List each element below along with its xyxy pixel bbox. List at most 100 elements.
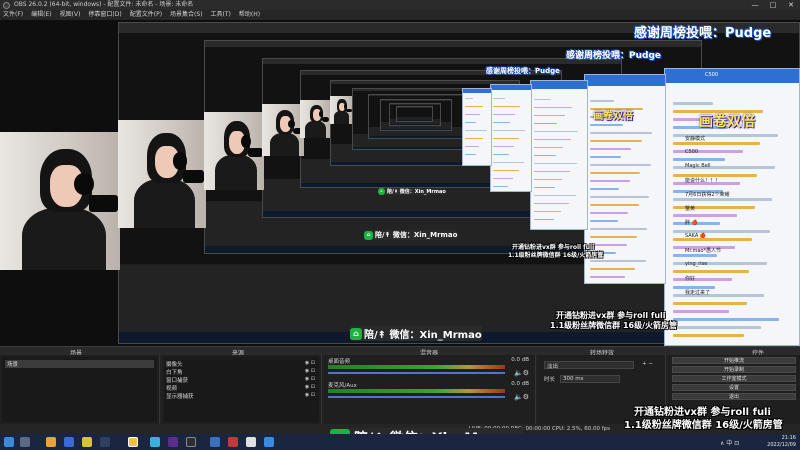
chat-message: ying_rise	[685, 261, 708, 267]
chat-message-row	[589, 276, 625, 278]
menu-tools[interactable]: 工具(T)	[211, 10, 231, 20]
visibility-eye-icon[interactable]: ◉ ⊡	[305, 368, 315, 374]
chat-message-row	[589, 132, 653, 134]
visibility-eye-icon[interactable]: ◉ ⊡	[305, 360, 315, 366]
headset-icon	[74, 173, 94, 196]
wechat-icon: ⌂	[378, 188, 385, 195]
chat-message-row	[534, 155, 557, 157]
file-explorer-icon[interactable]	[82, 437, 92, 447]
webcam-feed	[0, 132, 120, 270]
chat-message: 胖 🍎	[685, 220, 698, 226]
search-icon[interactable]	[20, 437, 30, 447]
chrome-icon[interactable]	[46, 437, 56, 447]
source-item[interactable]: 视频	[166, 384, 177, 392]
nested-taskbar	[381, 128, 451, 130]
chat-message: 你好	[685, 276, 696, 282]
weekly-thanks-banner-echo: 感谢周榜投喂：Pudge	[486, 67, 560, 75]
menu-file[interactable]: 文件(F)	[3, 10, 23, 20]
chat-message-row	[673, 142, 761, 146]
chat-message-row	[673, 326, 762, 330]
volume-slider[interactable]	[328, 372, 505, 374]
minimize-button[interactable]: —	[746, 0, 764, 10]
chat-message-row	[673, 334, 745, 338]
app-icon[interactable]	[246, 437, 256, 447]
chat-message-row	[493, 97, 506, 99]
webcam-person-body	[133, 179, 196, 228]
chat-message-row	[534, 131, 579, 133]
webcam-person-body	[333, 111, 350, 124]
speaker-icon[interactable]: 🔈⚙	[514, 369, 529, 377]
source-item[interactable]: 摄像头	[166, 360, 183, 368]
weekly-thanks-banner-echo: 感谢周榜投喂：Pudge	[566, 51, 661, 61]
studio-mode-button[interactable]: 工作室模式	[672, 375, 796, 382]
chat-message-row	[589, 204, 639, 206]
sources-list[interactable]: 摄像头 白下角 窗口捕获 视频 显示器捕获 ◉ ⊡ ◉ ⊡ ◉ ⊡ ◉ ⊡ ◉ …	[164, 357, 319, 422]
duration-input[interactable]: 300 ms	[560, 375, 620, 383]
speaker-icon[interactable]: 🔈⚙	[514, 393, 529, 401]
maximize-button[interactable]: □	[764, 0, 782, 10]
visibility-eye-icon[interactable]: ◉ ⊡	[305, 392, 315, 398]
webcam-feed	[204, 112, 264, 190]
track-level: 0.0 dB	[511, 381, 529, 387]
wechat-badge-echo: ⌂ 陪/↟ 微信：Xin_Mrmao	[378, 188, 446, 195]
chat-message-row	[589, 172, 641, 174]
visibility-eye-icon[interactable]: ◉ ⊡	[305, 384, 315, 390]
track-level: 0.0 dB	[511, 357, 529, 363]
app-icon[interactable]	[64, 437, 74, 447]
scenes-list[interactable]: 场景	[2, 357, 157, 422]
microphone-icon	[183, 169, 205, 183]
webcam-person-body	[21, 207, 106, 270]
menu-scene-collection[interactable]: 场景集合(S)	[170, 10, 203, 20]
app-icon[interactable]	[210, 437, 220, 447]
menu-edit[interactable]: 编辑(E)	[31, 10, 51, 20]
app-icon[interactable]	[150, 437, 160, 447]
chat-message-row	[673, 310, 730, 314]
chat-message-row	[589, 188, 620, 190]
settings-button[interactable]: 设置	[672, 384, 796, 391]
visibility-eye-icon[interactable]: ◉ ⊡	[305, 376, 315, 382]
track-name: 麦克风/Aux	[328, 383, 357, 389]
preview-canvas[interactable]: 画卷双倍 安静模式 C500 Magic Bell 能说什么！！！ 7月6日获得2个荣耀蟹…	[0, 20, 800, 346]
chat-message-row	[589, 164, 651, 166]
source-item[interactable]: 白下角	[166, 368, 183, 376]
chat-message-row	[534, 123, 558, 125]
chat-header	[585, 75, 665, 86]
app-icon[interactable]	[168, 437, 178, 447]
menu-help[interactable]: 帮助(H)	[239, 10, 260, 20]
app-icon[interactable]	[228, 437, 238, 447]
chat-window	[490, 84, 532, 192]
start-streaming-button[interactable]: 开始推流	[672, 357, 796, 364]
audio-meter	[328, 365, 505, 369]
wechat-badge-echo: ⌂ 陪/↟ 微信：Xin_Mrmao	[364, 230, 458, 240]
chat-message: 蟹黄	[685, 206, 696, 212]
nested-taskbar	[397, 120, 432, 121]
headset-icon	[241, 135, 251, 148]
chat-header	[665, 69, 799, 83]
start-recording-button[interactable]: 开始录制	[672, 366, 796, 373]
chat-message-row	[534, 187, 556, 189]
transition-add-icon[interactable]: + −	[642, 361, 653, 367]
chat-header	[463, 89, 491, 93]
active-app-icon[interactable]	[128, 437, 138, 447]
taskbar-clock[interactable]: 21:16 2022/12/09	[767, 435, 796, 449]
close-button[interactable]: ✕	[782, 0, 800, 10]
menu-docks[interactable]: 停靠窗口(D)	[88, 10, 121, 20]
transition-select[interactable]: 淡出	[544, 361, 634, 370]
volume-slider[interactable]	[328, 396, 505, 398]
menu-profile[interactable]: 配置文件(P)	[130, 10, 162, 20]
app-icon[interactable]	[100, 437, 110, 447]
chat-message-row	[493, 161, 524, 163]
duration-label: 时长	[544, 377, 556, 383]
source-item[interactable]: 显示器捕获	[166, 392, 194, 400]
windows-start-icon[interactable]	[4, 437, 14, 447]
obs-taskbar-icon[interactable]	[186, 437, 196, 447]
scene-item[interactable]: 场景	[5, 360, 154, 368]
chat-message: Mr.mao*愚人节	[685, 248, 721, 254]
chat-message-row	[589, 244, 627, 246]
source-item[interactable]: 窗口捕获	[166, 376, 188, 384]
menu-view[interactable]: 视图(V)	[60, 10, 81, 20]
chat-message-row	[534, 115, 565, 117]
exit-button[interactable]: 退出	[672, 393, 796, 400]
app-icon[interactable]	[264, 437, 274, 447]
system-tray[interactable]: ∧ 中 ⊡	[720, 438, 739, 447]
